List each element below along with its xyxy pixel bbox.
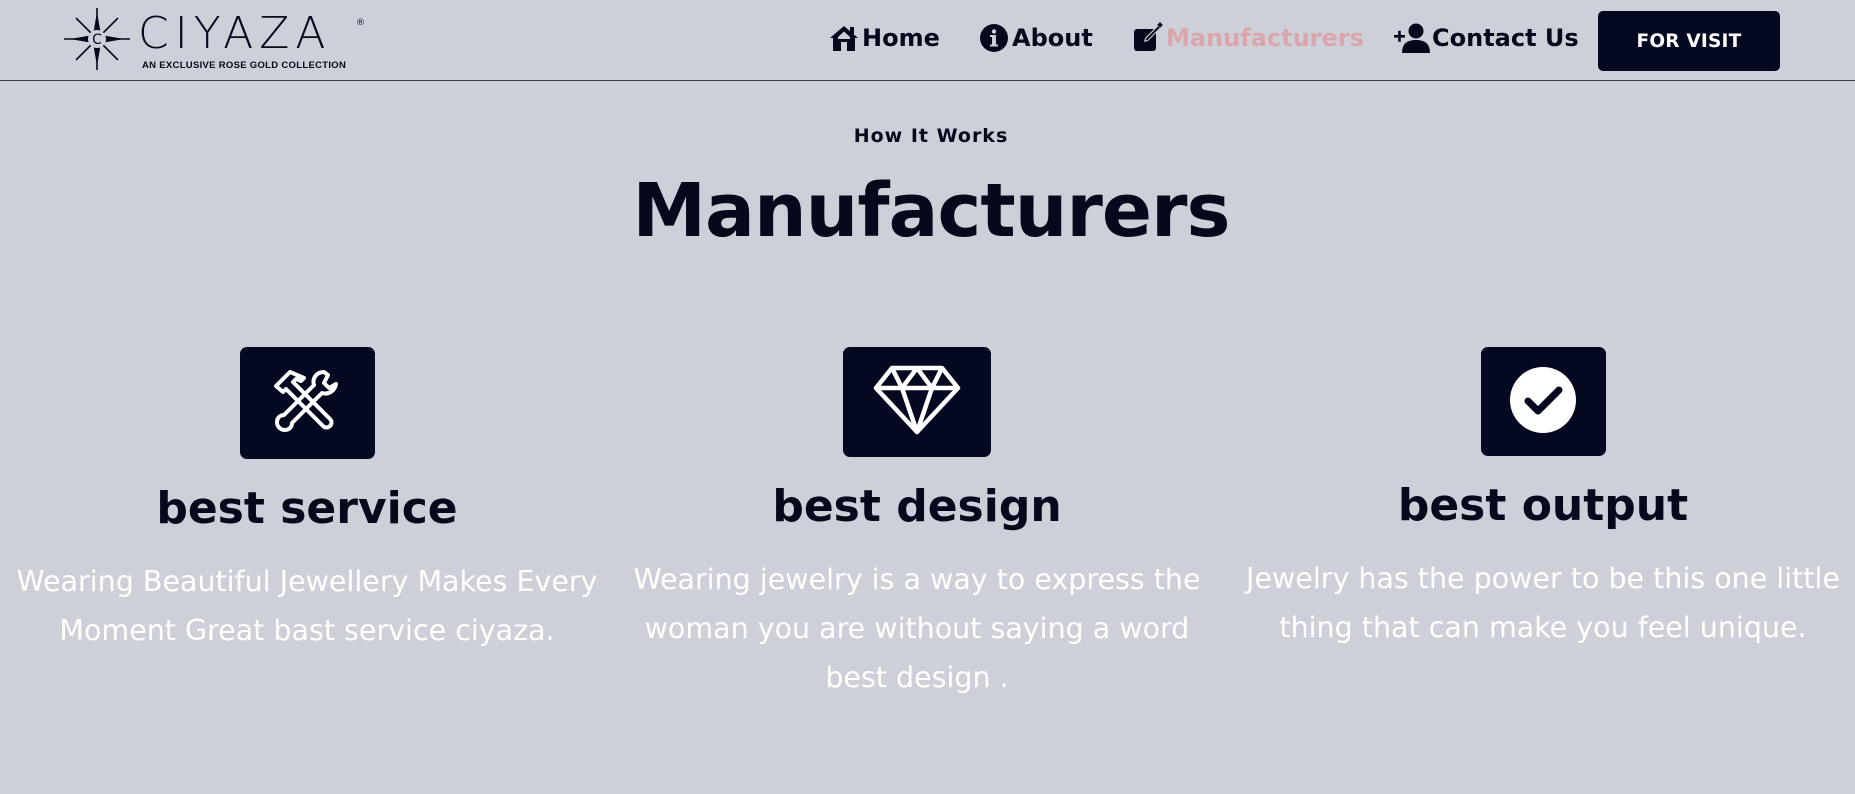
nav-manufacturers-label: Manufacturers bbox=[1166, 24, 1364, 52]
nav-manufacturers[interactable]: Manufacturers bbox=[1132, 22, 1364, 54]
feature-card-design: best design Wearing jewelry is a way to … bbox=[607, 347, 1227, 702]
feature-description: Wearing jewelry is a way to express the … bbox=[633, 563, 1201, 694]
edit-icon bbox=[1132, 22, 1164, 54]
feature-icon-box bbox=[843, 347, 991, 457]
nav-home-label: Home bbox=[862, 24, 940, 52]
feature-title: best service bbox=[156, 483, 458, 534]
feature-card-service: best service Wearing Beautiful Jewellery… bbox=[0, 347, 617, 655]
add-user-icon bbox=[1394, 22, 1430, 54]
for-visit-button[interactable]: FOR VISIT bbox=[1598, 11, 1780, 71]
check-circle-icon bbox=[1509, 366, 1577, 438]
section-title: Manufacturers bbox=[632, 168, 1230, 254]
main-nav: Home About Manufacturers Contact Us bbox=[0, 22, 1855, 62]
feature-description: Jewelry has the power to be this one lit… bbox=[1246, 562, 1840, 644]
feature-description: Wearing Beautiful Jewellery Makes Every … bbox=[16, 565, 598, 647]
feature-icon-box bbox=[239, 347, 375, 459]
feature-icon-box bbox=[1480, 347, 1606, 456]
feature-title: best output bbox=[1397, 480, 1689, 531]
diamond-icon bbox=[872, 364, 962, 440]
top-navbar: C CIYAZA ® AN EXCLUSIVE ROSE GOLD COLLEC… bbox=[0, 0, 1855, 81]
feature-card-output: best output Jewelry has the power to be … bbox=[1233, 347, 1853, 652]
feature-title: best design bbox=[772, 481, 1062, 532]
nav-about-label: About bbox=[1012, 24, 1093, 52]
home-icon bbox=[828, 22, 860, 54]
nav-about[interactable]: About bbox=[978, 22, 1093, 54]
nav-home[interactable]: Home bbox=[828, 22, 940, 54]
tools-icon bbox=[268, 366, 346, 440]
info-icon bbox=[978, 22, 1010, 54]
section-eyebrow: How It Works bbox=[853, 125, 1009, 147]
nav-contact-label: Contact Us bbox=[1432, 24, 1579, 52]
nav-contact[interactable]: Contact Us bbox=[1394, 22, 1579, 54]
